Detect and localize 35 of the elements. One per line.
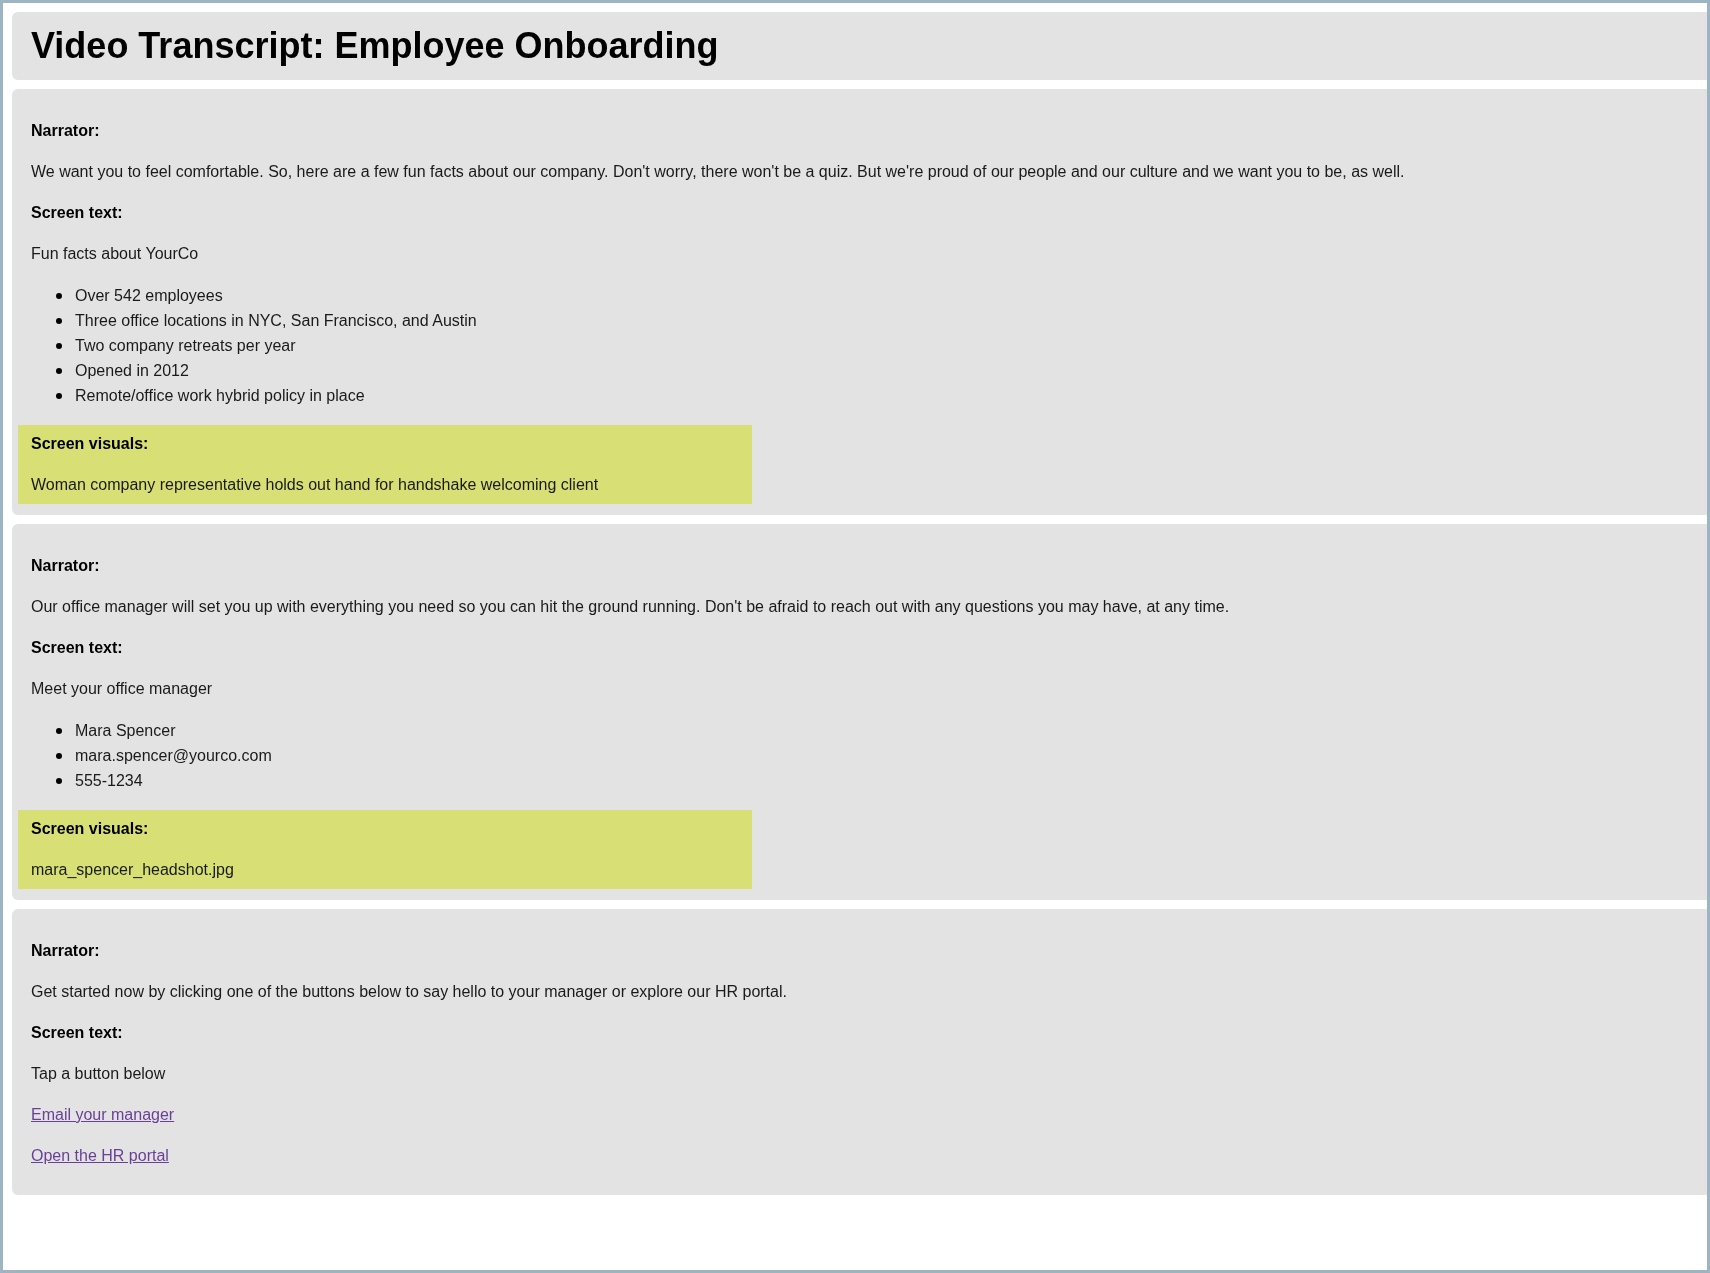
bullet-item: Remote/office work hybrid policy in place (75, 386, 365, 406)
bullet-icon (56, 292, 62, 299)
bullet-icon (56, 777, 62, 784)
screen-text: Meet your office manager (30, 679, 214, 699)
visuals-label: Screen visuals: (30, 434, 150, 454)
screen-text-label: Screen text: (30, 203, 124, 223)
bullet-item: Mara Spencer (75, 721, 176, 741)
visuals-text: Woman company representative holds out hand for handshake welcoming client (30, 475, 600, 495)
bullet-icon (56, 392, 62, 399)
bullet-icon (56, 342, 62, 349)
bullet-item: Two company retreats per year (75, 336, 296, 356)
bullet-item: Over 542 employees (75, 286, 223, 306)
visuals-text: mara_spencer_headshot.jpg (30, 860, 235, 880)
link[interactable]: Open the HR portal (31, 1147, 169, 1164)
bullet-icon (56, 367, 62, 374)
bullet-icon (56, 317, 62, 324)
narrator-text: Get started now by clicking one of the buttons below to say hello to your manager or explore our HR portal. (30, 982, 788, 1002)
narrator-label: Narrator: (30, 556, 101, 576)
visuals-label: Screen visuals: (30, 819, 150, 839)
bullet-icon (56, 727, 62, 734)
screen-text: Tap a button below (30, 1064, 167, 1084)
screen-text-label: Screen text: (30, 1023, 124, 1043)
narrator-label: Narrator: (30, 121, 101, 141)
narrator-text: We want you to feel comfortable. So, here are a few fun facts about our company. Don't worry, there won't be a quiz. But we're proud of our people and our culture and we want you to be, as well. (30, 162, 1406, 182)
page-title: Video Transcript: Employee Onboarding (31, 28, 719, 64)
screen-text-label: Screen text: (30, 638, 124, 658)
bullet-item: Opened in 2012 (75, 361, 189, 381)
screen-text: Fun facts about YourCo (30, 244, 200, 264)
narrator-label: Narrator: (30, 941, 101, 961)
bullet-item: Three office locations in NYC, San Francisco, and Austin (75, 311, 477, 331)
bullet-item: 555-1234 (75, 771, 143, 791)
bullet-item: mara.spencer@yourco.com (75, 746, 272, 766)
narrator-text: Our office manager will set you up with everything you need so you can hit the ground running. Don't be afraid to reach out with any questions you may have, at any time. (30, 597, 1231, 617)
link[interactable]: Email your manager (31, 1106, 175, 1123)
bullet-icon (56, 752, 62, 759)
